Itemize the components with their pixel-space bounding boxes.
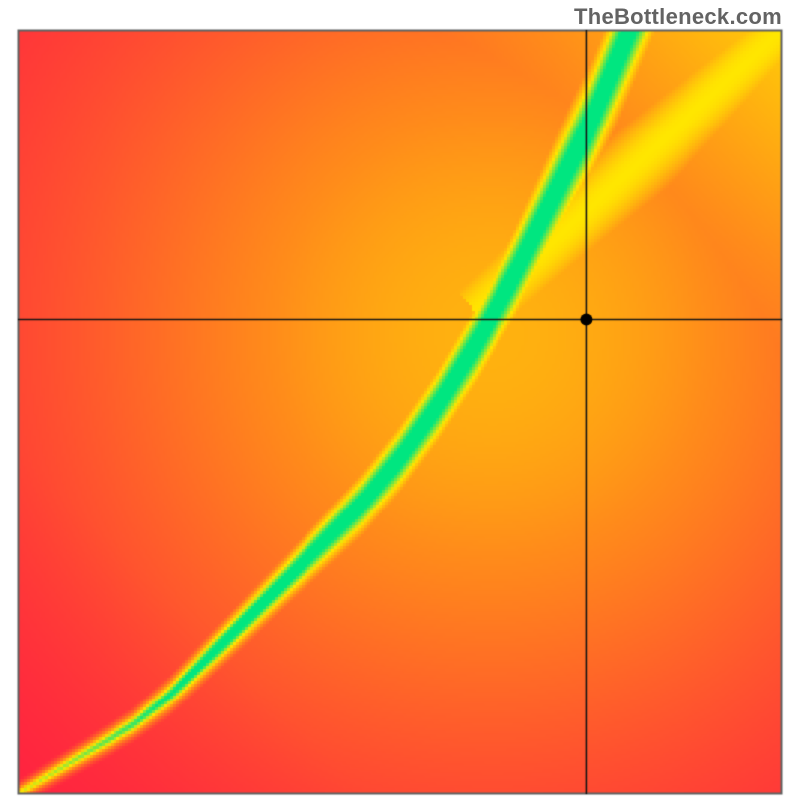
- crosshair-overlay: [0, 0, 800, 800]
- watermark-label: TheBottleneck.com: [574, 4, 782, 30]
- chart-container: TheBottleneck.com: [0, 0, 800, 800]
